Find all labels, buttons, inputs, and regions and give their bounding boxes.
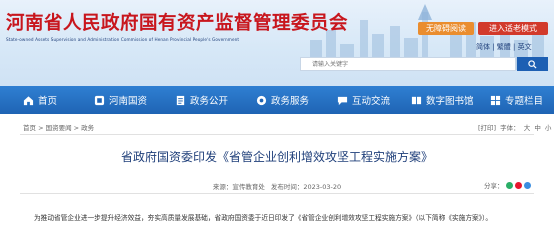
- library-icon: [411, 96, 422, 104]
- article-title: 省政府国资委印发《省管企业创利增效攻坚工程实施方案》: [120, 150, 433, 164]
- print-font-bar: [打印] 字体： 大 中 小: [478, 122, 553, 132]
- site-title: 河南省人民政府国有资产监督管理委员会: [6, 13, 349, 34]
- barrier-free-button[interactable]: 无障碍阅读: [418, 22, 474, 35]
- breadcrumb[interactable]: 首页 > 国资要闻 > 政务: [23, 122, 94, 132]
- divider: [20, 193, 534, 194]
- topics-icon: [490, 95, 501, 105]
- site-header: 河南省人民政府国有资产监督管理委员会 State-owned Assets Su…: [0, 0, 554, 86]
- service-icon: [256, 95, 267, 105]
- font-size-label: 字体：: [500, 124, 520, 132]
- weibo-icon[interactable]: [514, 181, 522, 189]
- site-subtitle: State-owned Assets Supervision and Admin…: [6, 37, 240, 42]
- nav-label: 河南国资: [109, 96, 148, 107]
- share-bar: 分享：: [484, 180, 531, 190]
- nav-item-topics[interactable]: 专题栏目: [490, 86, 543, 114]
- article-body-text: 为推动省管企业进一步提升经济效益，夯实高质量发展基础，省政府国资委于近日印发了《…: [34, 214, 493, 222]
- elder-mode-button[interactable]: 进入适老模式: [478, 22, 548, 35]
- nav-label: 首页: [38, 96, 58, 107]
- disclosure-icon: [176, 95, 185, 105]
- nav-label: 专题栏目: [505, 96, 544, 107]
- nav-label: 政务服务: [271, 96, 310, 107]
- article-source: 来源：宣传教育处: [212, 183, 265, 191]
- nav-item-service[interactable]: 政务服务: [256, 86, 309, 114]
- home-icon: [23, 95, 34, 105]
- font-small-button[interactable]: 小: [545, 124, 552, 132]
- share-label: 分享：: [484, 182, 504, 190]
- article-meta: 来源：宣传教育处 发布时间：2023-03-20: [0, 181, 554, 191]
- nav-label: 政务公开: [190, 96, 229, 107]
- nav-item-home[interactable]: 首页: [23, 86, 57, 114]
- divider: [20, 134, 534, 135]
- article-date: 发布时间：2023-03-20: [270, 183, 342, 191]
- nav-item-library[interactable]: 数字图书馆: [411, 86, 474, 114]
- henan-assets-icon: [94, 95, 105, 105]
- print-button[interactable]: [打印]: [478, 124, 496, 132]
- article-paragraph: 为推动省管企业进一步提升经济效益，夯实高质量发展基础，省政府国资委于近日印发了《…: [20, 211, 540, 226]
- language-switch[interactable]: 简体 | 繁體 | 英文: [476, 42, 532, 52]
- nav-label: 数字图书馆: [426, 96, 474, 107]
- main-nav: 首页 河南国资 政务公开 政务服务 互动交流 数字图书馆 专题栏目: [0, 86, 554, 114]
- search-button[interactable]: [517, 57, 548, 71]
- search-input[interactable]: [300, 57, 516, 71]
- wechat-icon[interactable]: [505, 181, 513, 189]
- nav-item-henan-assets[interactable]: 河南国资: [94, 86, 147, 114]
- font-large-button[interactable]: 大: [524, 124, 531, 132]
- search-icon: [528, 59, 537, 69]
- nav-item-interaction[interactable]: 互动交流: [337, 86, 390, 114]
- nav-label: 互动交流: [352, 96, 391, 107]
- interaction-icon: [337, 96, 348, 105]
- nav-item-disclosure[interactable]: 政务公开: [175, 86, 228, 114]
- font-medium-button[interactable]: 中: [534, 124, 541, 132]
- qq-icon[interactable]: [523, 181, 531, 189]
